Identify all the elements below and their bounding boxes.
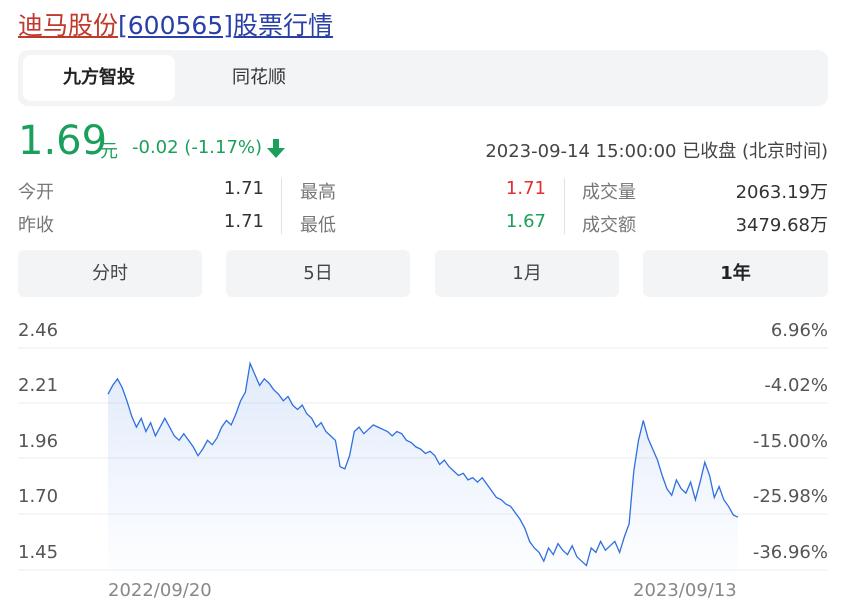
price-chart: [18, 347, 828, 571]
y-tick-label: 2.21: [18, 375, 59, 396]
y-tick-label: 2.46: [18, 320, 59, 341]
price-area: [108, 363, 738, 570]
y-tick-label: 1.70: [18, 486, 59, 507]
y-right-tick-label: -36.96%: [752, 542, 828, 563]
y-right-tick-label: -4.02%: [764, 375, 828, 396]
y-tick-label: 1.45: [18, 542, 59, 563]
y-right-tick-label: 6.96%: [770, 320, 828, 341]
y-tick-label: 1.96: [18, 431, 59, 452]
y-right-tick-label: -15.00%: [752, 431, 828, 452]
x-tick-label-start: 2022/09/20: [108, 580, 212, 601]
x-tick-label-end: 2023/09/13: [633, 580, 737, 601]
y-right-tick-label: -25.98%: [752, 486, 828, 507]
